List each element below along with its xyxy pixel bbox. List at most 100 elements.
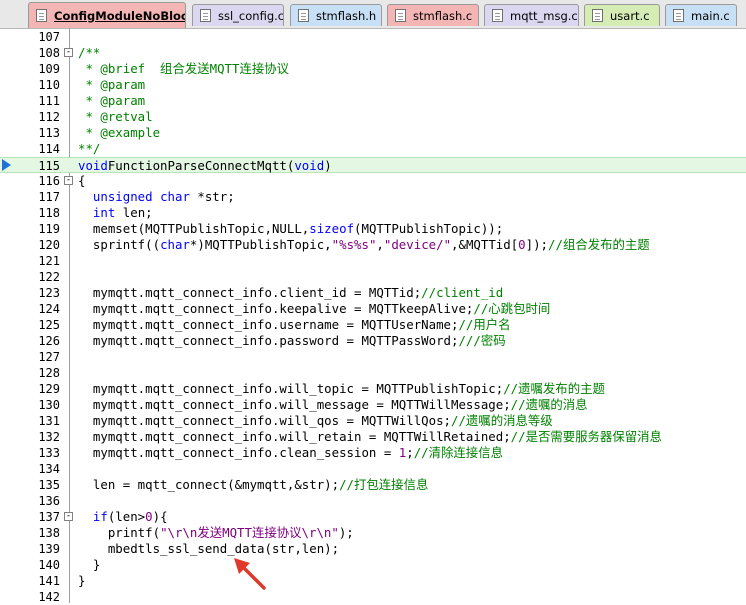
fold-toggle-icon[interactable]: -	[64, 512, 73, 521]
code-line[interactable]: 117 unsigned char *str;	[0, 189, 746, 205]
code-token: unsigned	[92, 189, 153, 204]
code-line[interactable]: 141}	[0, 573, 746, 589]
code-line[interactable]: 127	[0, 349, 746, 365]
file-tab[interactable]: mqtt_msg.c	[484, 4, 579, 26]
code-line[interactable]: 136	[0, 493, 746, 509]
code-token: "%s%s"	[331, 237, 377, 252]
code-line[interactable]: 109 * @brief 组合发送MQTT连接协议	[0, 61, 746, 77]
file-icon	[298, 9, 309, 22]
code-token: sprintf((	[78, 237, 161, 252]
code-text: mymqtt.mqtt_connect_info.will_topic = MQ…	[78, 381, 605, 397]
code-text: * @brief 组合发送MQTT连接协议	[78, 61, 289, 77]
code-token: **/	[78, 141, 101, 156]
code-line[interactable]: 108-/**	[0, 45, 746, 61]
code-token: (len>	[107, 509, 146, 524]
code-line[interactable]: 114 **/	[0, 141, 746, 157]
code-line[interactable]: 138 printf("\r\n发送MQTT连接协议\r\n");	[0, 525, 746, 541]
code-token: char	[160, 237, 190, 252]
fold-toggle-icon[interactable]: -	[64, 48, 73, 57]
code-text: unsigned char *str;	[78, 189, 235, 205]
code-line[interactable]: 115 voidFunctionParseConnectMqtt(void)	[0, 157, 746, 173]
code-token: }	[78, 573, 86, 588]
code-line[interactable]: 123 mymqtt.mqtt_connect_info.client_id =…	[0, 285, 746, 301]
code-text: mymqtt.mqtt_connect_info.clean_session =…	[78, 445, 503, 461]
file-tab[interactable]: stmflash.h	[290, 4, 382, 26]
code-line[interactable]: 107	[0, 29, 746, 45]
code-text: if(len>0){	[78, 509, 168, 525]
file-tab[interactable]: usart.c	[584, 4, 660, 26]
file-tab-label: usart.c	[610, 8, 650, 23]
code-line[interactable]: 110 * @param	[0, 77, 746, 93]
file-tab-label: mqtt_msg.c	[510, 8, 578, 23]
code-line[interactable]: 140 }	[0, 557, 746, 573]
red-arrow-annotation-icon	[234, 558, 266, 590]
code-line[interactable]: 133 mymqtt.mqtt_connect_info.clean_sessi…	[0, 445, 746, 461]
code-token: //清除连接信息	[413, 445, 503, 460]
code-token: "\r\n发送MQTT连接协议\r\n"	[160, 525, 339, 540]
code-line[interactable]: 125 mymqtt.mqtt_connect_info.username = …	[0, 317, 746, 333]
code-line[interactable]: 111 * @param	[0, 93, 746, 109]
code-token: ]);	[525, 237, 549, 252]
code-text: mymqtt.mqtt_connect_info.client_id = MQT…	[78, 285, 503, 301]
code-text: int len;	[78, 205, 153, 221]
file-tab[interactable]: stmflash.c	[387, 4, 479, 26]
code-text: * @param	[78, 93, 145, 109]
code-line[interactable]: 129 mymqtt.mqtt_connect_info.will_topic …	[0, 381, 746, 397]
file-tab[interactable]: ssl_config.c	[192, 4, 284, 26]
code-line[interactable]: 130 mymqtt.mqtt_connect_info.will_messag…	[0, 397, 746, 413]
file-icon	[492, 9, 503, 22]
line-number: 139	[38, 542, 60, 556]
code-line[interactable]: 134	[0, 461, 746, 477]
file-tab[interactable]: main.c	[665, 4, 737, 26]
code-token: (MQTTPublishTopic));	[354, 221, 504, 236]
code-text: mymqtt.mqtt_connect_info.keepalive = MQT…	[78, 301, 550, 317]
code-token: * @param	[78, 93, 146, 108]
code-editor[interactable]: 107 108-/** 109 * @brief 组合发送MQTT连接协议 110 *…	[0, 28, 746, 604]
code-line[interactable]: 131 mymqtt.mqtt_connect_info.will_qos = …	[0, 413, 746, 429]
line-number: 123	[38, 286, 60, 300]
code-token: //打包连接信息	[339, 477, 429, 492]
fold-toggle-icon[interactable]: -	[64, 176, 73, 185]
code-token: if	[92, 509, 108, 524]
code-line[interactable]: 135 len = mqtt_connect(&mymqtt,&str);//打…	[0, 477, 746, 493]
code-line[interactable]: 112 * @retval	[0, 109, 746, 125]
code-line[interactable]: 128	[0, 365, 746, 381]
code-token: int	[92, 205, 116, 220]
file-tab[interactable]: ConfigModuleNoBlock.c	[28, 2, 186, 28]
code-token: mymqtt.mqtt_connect_info.password = MQTT…	[78, 333, 459, 348]
line-number: 132	[38, 430, 60, 444]
code-line[interactable]: 137- if(len>0){	[0, 509, 746, 525]
line-number: 129	[38, 382, 60, 396]
code-line[interactable]: 132 mymqtt.mqtt_connect_info.will_retain…	[0, 429, 746, 445]
file-tab-label: stmflash.c	[413, 8, 473, 23]
code-line[interactable]: 124 mymqtt.mqtt_connect_info.keepalive =…	[0, 301, 746, 317]
code-line[interactable]: 119 memset(MQTTPublishTopic,NULL,sizeof(…	[0, 221, 746, 237]
code-text: len = mqtt_connect(&mymqtt,&str);//打包连接信…	[78, 477, 428, 493]
file-tab-label: ssl_config.c	[218, 8, 284, 23]
code-token: mymqtt.mqtt_connect_info.will_topic = MQ…	[78, 381, 504, 396]
code-token: mymqtt.mqtt_connect_info.will_message = …	[78, 397, 511, 412]
code-line[interactable]: 120 sprintf((char*)MQTTPublishTopic,"%s%…	[0, 237, 746, 253]
line-number: 116	[38, 174, 60, 188]
code-token: "device/"	[383, 237, 452, 252]
code-line[interactable]: 113 * @example	[0, 125, 746, 141]
code-text: mymqtt.mqtt_connect_info.will_retain = M…	[78, 429, 662, 445]
code-text: mbedtls_ssl_send_data(str,len);	[78, 541, 339, 557]
code-line[interactable]: 126 mymqtt.mqtt_connect_info.password = …	[0, 333, 746, 349]
code-line[interactable]: 121	[0, 253, 746, 269]
code-line[interactable]: 118 int len;	[0, 205, 746, 221]
line-number: 133	[38, 446, 60, 460]
code-token: len = mqtt_connect(&mymqtt,&str);	[78, 477, 340, 492]
code-token: *str;	[189, 189, 235, 204]
line-number: 138	[38, 526, 60, 540]
code-token: mymqtt.mqtt_connect_info.username = MQTT…	[78, 317, 459, 332]
code-line[interactable]: 116-{	[0, 173, 746, 189]
code-line[interactable]: 122	[0, 269, 746, 285]
file-icon	[592, 9, 603, 22]
file-tab-bar: ConfigModuleNoBlock.c ssl_config.c stmflas…	[0, 0, 746, 29]
line-number: 137	[38, 510, 60, 524]
code-token: ///密码	[458, 333, 506, 348]
file-tab-label: main.c	[691, 8, 730, 23]
code-line[interactable]: 139 mbedtls_ssl_send_data(str,len);	[0, 541, 746, 557]
